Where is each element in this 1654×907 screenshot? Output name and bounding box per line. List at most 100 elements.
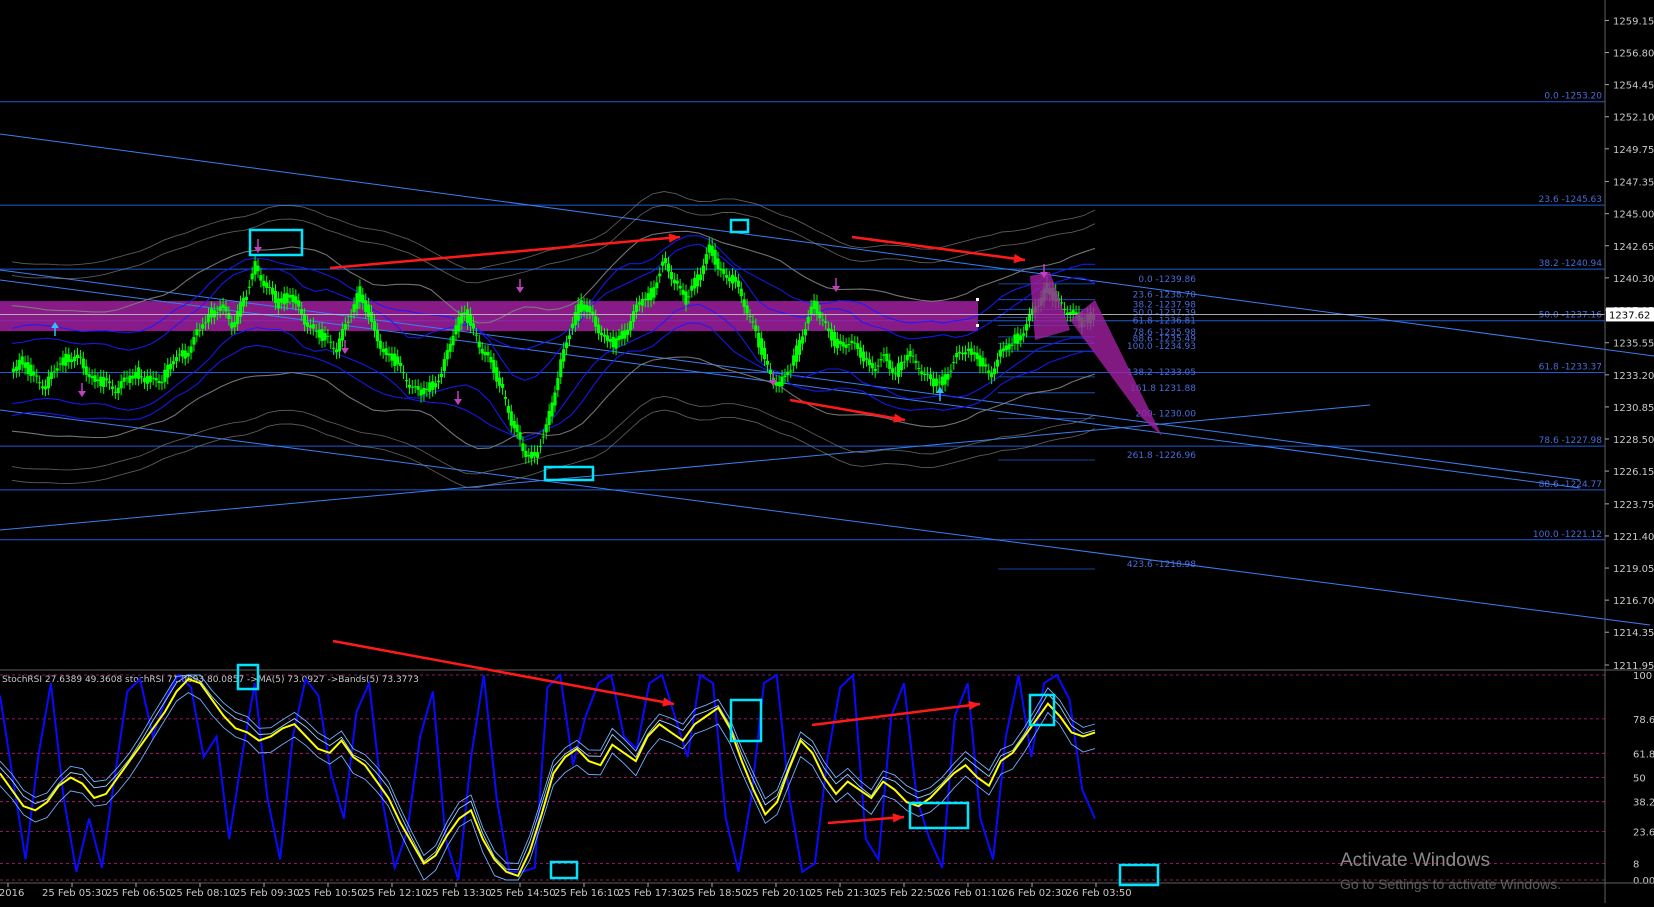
candle-body — [1013, 334, 1017, 344]
candle-body — [751, 321, 755, 323]
candle-body — [535, 452, 540, 458]
candle-body — [946, 373, 950, 380]
candle-body — [998, 349, 1002, 357]
candle-body — [725, 275, 729, 278]
time-tick-label: 25 Feb 09:30 — [234, 888, 300, 899]
candle-body — [273, 291, 278, 303]
candle-body — [436, 380, 441, 383]
candle-body — [850, 340, 854, 344]
candle-body — [696, 274, 700, 287]
candle-body — [201, 324, 205, 329]
fib-projection-label: 0.0 -1239.86 — [1138, 275, 1196, 285]
candle-body — [84, 366, 88, 375]
candle-body — [285, 293, 289, 304]
candle-body — [792, 355, 796, 366]
candle-body — [227, 313, 231, 320]
fib-level-label: 0.0 -1253.20 — [1544, 92, 1602, 102]
candle-body — [294, 296, 298, 304]
candle-body — [911, 355, 915, 357]
price-tick-label: 1226.15 — [1613, 467, 1654, 478]
zone-marker — [976, 324, 979, 327]
candle-body — [145, 376, 149, 384]
candle-body — [829, 329, 834, 341]
candle-body — [128, 375, 132, 384]
stoch-tick-label: 0.00 — [1633, 876, 1654, 887]
candle-body — [375, 329, 379, 342]
candle-body — [925, 373, 930, 375]
candle-body — [463, 312, 467, 314]
zone-marker — [976, 298, 979, 301]
candle-body — [853, 342, 857, 344]
candle-body — [966, 348, 970, 351]
candle-body — [1019, 335, 1023, 341]
candle-body — [885, 353, 889, 362]
candle-body — [413, 386, 417, 388]
candle-body — [35, 375, 39, 377]
candle-body — [978, 355, 982, 367]
candle-body — [113, 391, 117, 393]
candle-body — [268, 286, 272, 288]
time-tick-label: 25 Feb 10:50 — [298, 888, 364, 899]
candle-body — [320, 329, 324, 342]
candle-body — [646, 293, 650, 301]
candle-body — [617, 335, 621, 341]
candle-body — [323, 333, 327, 341]
time-tick-label: 25 Feb 13:30 — [426, 888, 492, 899]
candle-body — [882, 354, 886, 356]
fib-level-label: 23.6 -1245.63 — [1539, 195, 1602, 205]
candle-body — [369, 312, 374, 322]
candle-body — [841, 342, 845, 347]
candle-body — [180, 350, 184, 357]
candle-body — [317, 329, 321, 338]
time-tick-label: 25 Feb 17:30 — [618, 888, 684, 899]
candle-body — [163, 369, 167, 382]
candle-body — [1062, 308, 1067, 311]
candle-body — [486, 352, 490, 356]
candle-body — [780, 376, 784, 387]
candle-body — [719, 268, 723, 271]
candle-body — [1001, 348, 1005, 352]
candle-body — [122, 377, 126, 382]
candle-body — [489, 356, 493, 363]
candle-body — [337, 338, 342, 352]
candle-body — [984, 364, 988, 367]
candle-body — [760, 338, 764, 355]
candle-body — [739, 288, 743, 297]
time-tick-label: 26 Feb 02:30 — [1002, 888, 1068, 899]
candle-body — [579, 300, 583, 312]
candle-body — [81, 358, 85, 369]
candle-body — [509, 411, 513, 426]
price-tick-label: 1223.75 — [1613, 500, 1654, 511]
candle-body — [582, 304, 586, 311]
candle-body — [206, 314, 211, 323]
candle-body — [349, 315, 353, 317]
candle-body — [733, 276, 738, 282]
candle-body — [1022, 333, 1026, 336]
candle-body — [442, 359, 446, 372]
stoch-tick-label: 23.6 — [1633, 828, 1654, 839]
candle-body — [602, 334, 607, 337]
candle-body — [728, 277, 732, 282]
chart-canvas[interactable]: 0.0 -1253.20 23.6 -1245.63 38.2 -1240.94 50… — [0, 0, 1654, 903]
candle-body — [899, 361, 904, 371]
candle-body — [300, 308, 304, 315]
candle-body — [608, 339, 612, 342]
candle-body — [236, 311, 240, 325]
candle-body — [110, 386, 115, 389]
candle-body — [407, 384, 411, 388]
candle-body — [969, 348, 973, 355]
candle-body — [291, 294, 295, 302]
candle-body — [265, 282, 269, 288]
candle-body — [282, 293, 286, 305]
candle-body — [818, 311, 822, 319]
candle-body — [471, 323, 476, 329]
candle-body — [305, 322, 310, 327]
candle-body — [346, 321, 350, 323]
candle-body — [538, 445, 543, 447]
price-chart-window[interactable]: 0.0 -1253.20 23.6 -1245.63 38.2 -1240.94 50… — [0, 0, 1654, 903]
candle-body — [259, 275, 263, 281]
candle-body — [864, 358, 869, 360]
candle-body — [151, 377, 155, 379]
candle-body — [934, 378, 938, 386]
candle-body — [672, 279, 676, 284]
